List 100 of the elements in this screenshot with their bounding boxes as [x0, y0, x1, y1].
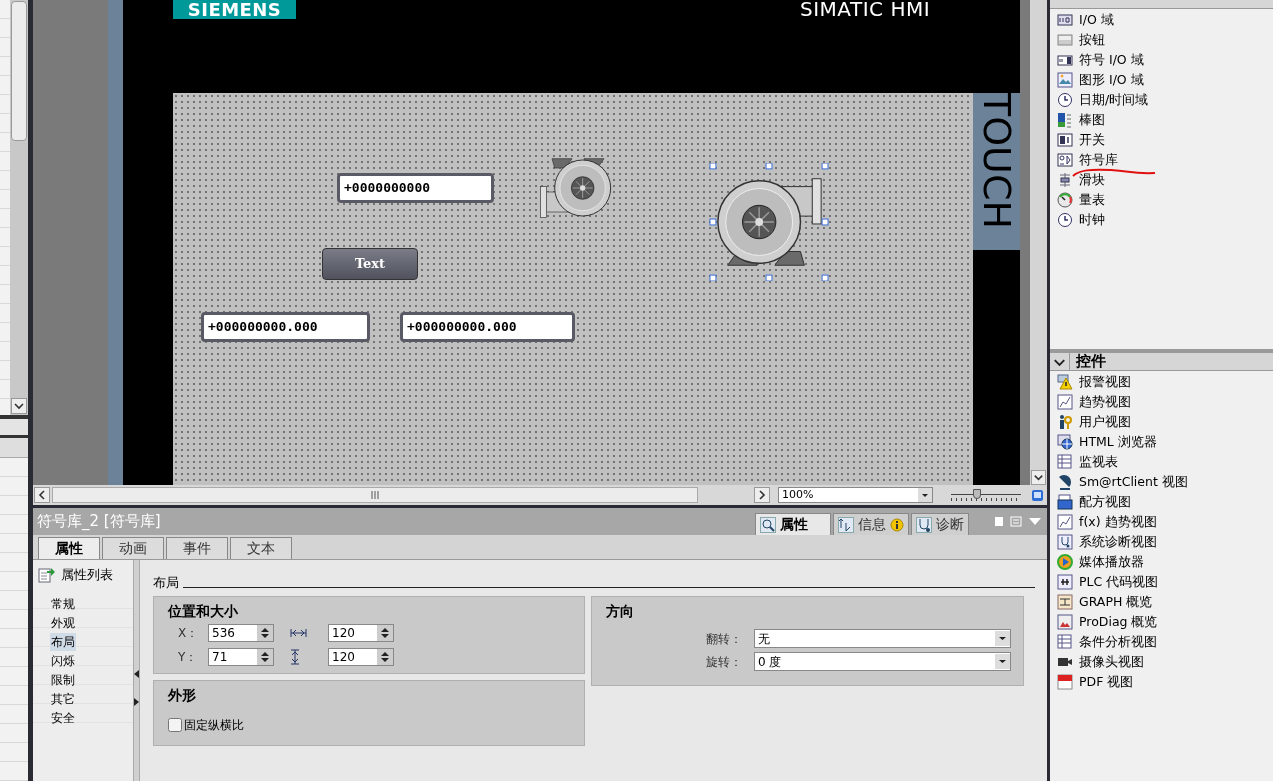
toolbox-item[interactable]: 图形 I/O 域: [1050, 70, 1144, 90]
number-field[interactable]: 120: [328, 648, 394, 666]
toolbox-item[interactable]: 配方视图: [1050, 492, 1131, 512]
zoom-slider[interactable]: [951, 487, 1021, 503]
toolbox-item[interactable]: 滑块: [1050, 170, 1105, 190]
hmi-screen-canvas[interactable]: +0000000000 Text +000000000.000 +000000000.000: [173, 93, 973, 485]
vertical-scrollbar[interactable]: [10, 0, 28, 415]
width-arrow-icon: [290, 628, 307, 638]
checkbox[interactable]: [168, 718, 182, 732]
view-tab[interactable]: 诊断: [911, 513, 969, 535]
dropdown[interactable]: 无: [754, 629, 1011, 648]
inspector-title: 符号库_2 [符号库]: [37, 511, 161, 533]
horizontal-scrollbar[interactable]: [52, 487, 698, 503]
bar-graph-icon: [1057, 112, 1073, 128]
view-tab[interactable]: 信息: [833, 513, 909, 535]
pump-drawing[interactable]: [708, 163, 830, 281]
table-icon: [1057, 634, 1073, 650]
table-icon: [1057, 454, 1073, 470]
number-field[interactable]: 536: [208, 624, 274, 642]
chevron-right-icon[interactable]: [754, 487, 770, 503]
scroll-thumb[interactable]: [11, 1, 27, 141]
chevron-left-icon[interactable]: [34, 487, 50, 503]
toolbox-item[interactable]: 时钟: [1050, 210, 1105, 230]
toolbox-item[interactable]: 条件分析视图: [1050, 632, 1157, 652]
spinner-arrows-icon[interactable]: [377, 649, 393, 665]
zoom-dropdown[interactable]: 100%: [778, 487, 933, 503]
toolbox-item[interactable]: HTML 浏览器: [1050, 432, 1157, 452]
trend-chart-icon: [1057, 514, 1073, 530]
stethoscope-icon: [1057, 534, 1073, 550]
chevron-down-icon[interactable]: [1031, 470, 1046, 485]
stethoscope-icon: [916, 516, 932, 533]
spinner-arrows-icon[interactable]: [257, 649, 273, 665]
toolbox-item[interactable]: 媒体播放器: [1050, 552, 1144, 572]
nav-item[interactable]: 闪烁: [50, 651, 76, 670]
toolbox-item[interactable]: 摄像头视图: [1050, 652, 1144, 672]
field-label: X：: [178, 625, 200, 642]
touch-label: TOUCH: [973, 93, 1020, 250]
arrows-icon: [838, 516, 854, 533]
view-tab[interactable]: 属性: [755, 513, 831, 535]
toolbox-item[interactable]: 开关: [1050, 130, 1105, 150]
chevron-down-icon[interactable]: [11, 398, 27, 414]
spinner-arrows-icon[interactable]: [377, 625, 393, 641]
toolbox-item[interactable]: f(x) 趋势视图: [1050, 512, 1157, 532]
number-field[interactable]: 120: [328, 624, 394, 642]
panel-splitter[interactable]: [133, 560, 140, 781]
toolbox-item[interactable]: 监视表: [1050, 452, 1118, 472]
hmi-button[interactable]: Text: [322, 248, 418, 280]
toolbox-item[interactable]: PDF 视图: [1050, 672, 1134, 692]
toolbox-item[interactable]: 符号 I/O 域: [1050, 50, 1144, 70]
toolbox-item[interactable]: GRAPH 概览: [1050, 592, 1153, 612]
panel-header-bar: [0, 419, 28, 435]
clock-icon: [1057, 92, 1073, 108]
vertical-scrollbar[interactable]: [1030, 0, 1047, 485]
slider-thumb[interactable]: [972, 489, 981, 499]
toolbox-item[interactable]: I/O 域: [1050, 10, 1114, 30]
recipe-icon: [1057, 494, 1073, 510]
toolbox-item[interactable]: 棒图: [1050, 110, 1105, 130]
toolbox-item[interactable]: 报警视图: [1050, 372, 1131, 392]
section-title: 布局: [153, 573, 179, 592]
property-list-header[interactable]: 属性列表: [33, 560, 133, 590]
group-title: 方向: [606, 602, 635, 621]
nav-item[interactable]: 常规: [50, 594, 76, 613]
spinner-arrows-icon[interactable]: [257, 625, 273, 641]
window-icon[interactable]: [1031, 488, 1044, 502]
nav-item[interactable]: 限制: [50, 670, 76, 689]
gauge-icon: [1057, 192, 1073, 208]
toolbox-item[interactable]: 趋势视图: [1050, 392, 1131, 412]
dropdown[interactable]: 0 度: [754, 652, 1011, 671]
nav-item[interactable]: 安全: [50, 708, 76, 727]
toolbox-item[interactable]: 按钮: [1050, 30, 1105, 50]
tab[interactable]: 属性: [38, 537, 100, 559]
nav-item[interactable]: 其它: [50, 689, 76, 708]
toolbox-item[interactable]: Sm@rtClient 视图: [1050, 472, 1188, 492]
globe-icon: [1057, 434, 1073, 450]
nav-item[interactable]: 外观: [50, 613, 76, 632]
clock-icon: [1057, 212, 1073, 228]
library-icon: [1057, 152, 1073, 168]
field-label: 翻转：: [706, 630, 742, 648]
toolbox-item[interactable]: PLC 代码视图: [1050, 572, 1159, 592]
io-field[interactable]: +0000000000: [337, 173, 494, 203]
checkbox-option[interactable]: 固定纵横比: [168, 716, 244, 734]
number-field[interactable]: 71: [208, 648, 274, 666]
checkbox-label: 固定纵横比: [184, 717, 244, 734]
group-title: 位置和大小: [168, 602, 239, 621]
siemens-logo: SIEMENS: [173, 0, 296, 19]
io-field[interactable]: +000000000.000: [400, 312, 575, 342]
nav-item[interactable]: 布局: [50, 632, 76, 651]
tab[interactable]: 事件: [166, 537, 228, 559]
image-field-icon: [1057, 72, 1073, 88]
grip-icon: [371, 491, 379, 499]
tab[interactable]: 文本: [230, 537, 292, 559]
io-field[interactable]: +000000000.000: [201, 312, 370, 342]
toolbox-item[interactable]: 日期/时间域: [1050, 90, 1149, 110]
section-header[interactable]: 控件: [1070, 350, 1106, 373]
toolbox-item[interactable]: 用户视图: [1050, 412, 1131, 432]
toolbox-item[interactable]: 系统诊断视图: [1050, 532, 1157, 552]
toolbox-item[interactable]: ProDiag 概览: [1050, 612, 1158, 632]
toolbox-item[interactable]: 量表: [1050, 190, 1105, 210]
toolbox-item[interactable]: 符号库: [1050, 150, 1118, 170]
tab[interactable]: 动画: [102, 537, 164, 559]
